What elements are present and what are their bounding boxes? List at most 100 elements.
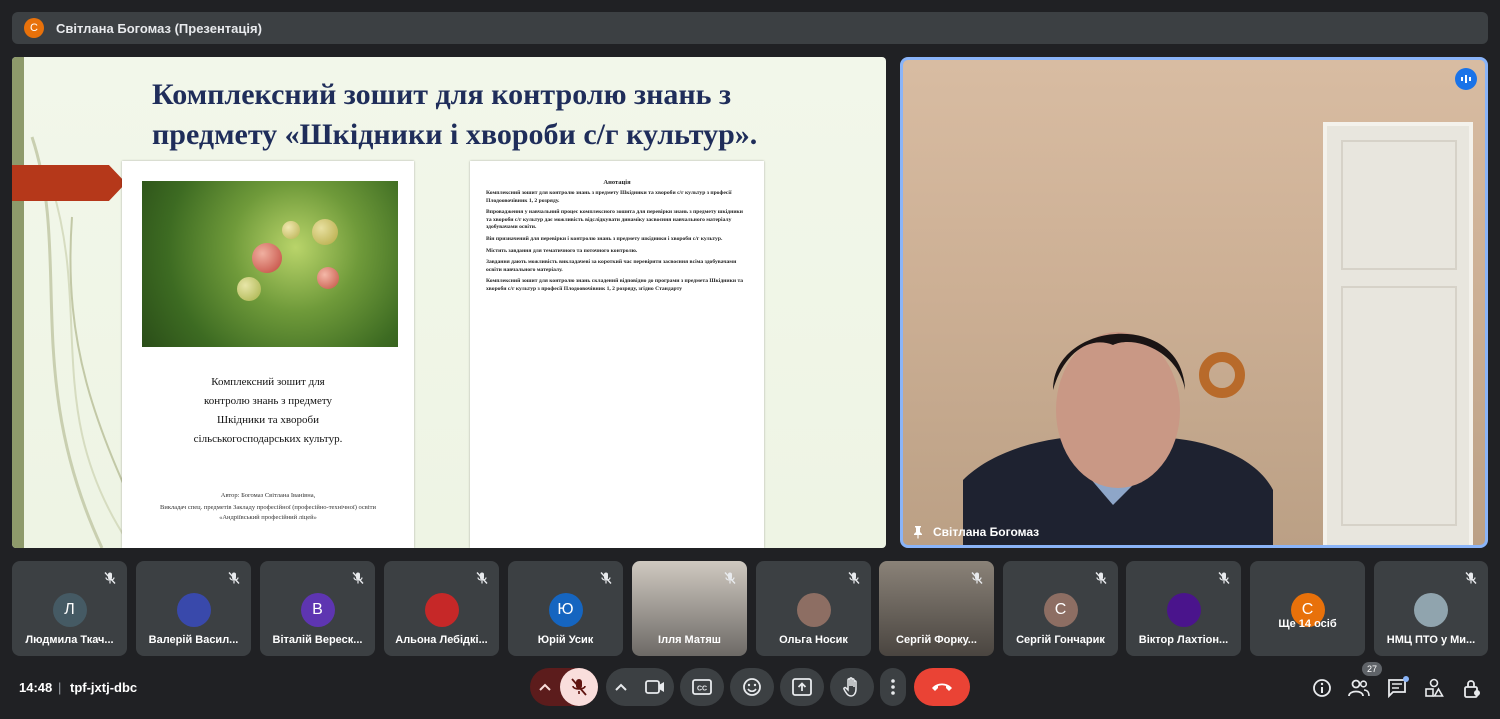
host-controls-button[interactable] <box>1460 676 1484 700</box>
participant-avatar: Ю <box>548 593 583 627</box>
participant-tile[interactable]: С Сергій Гончарик <box>1003 561 1118 656</box>
people-button[interactable] <box>1347 676 1371 700</box>
cover-title-line: сільськогосподарських культур. <box>193 433 343 445</box>
presenter-avatar: С <box>24 18 44 38</box>
present-button[interactable] <box>780 668 824 706</box>
participant-avatar <box>796 593 831 627</box>
cover-author: Автор: Богомаз Світлана Іванівна, Виклад… <box>122 491 414 523</box>
speaker-video-tile[interactable]: Світлана Богомаз <box>900 57 1488 548</box>
captions-button[interactable]: CC <box>680 668 724 706</box>
annotation-paragraph: Завдання дають можливість викладачеві за… <box>486 259 737 273</box>
annotation-title: Анотація <box>603 179 631 186</box>
annotation-paragraph: Він призначений для перевірки і контролю… <box>486 235 723 242</box>
slide-heading-line1: Комплексний зошит для контролю знань з <box>152 78 732 111</box>
speaker-name: Світлана Богомаз <box>933 525 1040 539</box>
people-icon <box>1348 679 1370 697</box>
slide-heading: Комплексний зошит для контролю знань з п… <box>152 75 872 155</box>
participant-tile[interactable]: Л Людмила Ткач... <box>12 561 127 656</box>
participant-avatar: Л <box>52 593 87 627</box>
participant-name: Альона Лебідкі... <box>395 634 488 646</box>
participant-tile[interactable]: Віктор Лахтіон... <box>1126 561 1241 656</box>
end-call-icon <box>932 683 952 691</box>
mic-off-icon <box>723 571 737 585</box>
activities-button[interactable] <box>1422 676 1446 700</box>
closed-captions-icon: CC <box>692 679 712 695</box>
participant-count-badge: 27 <box>1362 662 1382 676</box>
participant-avatar <box>1414 593 1448 627</box>
video-options-button[interactable] <box>606 668 636 706</box>
participant-name: Юрій Усик <box>537 634 594 646</box>
participant-name: Віктор Лахтіон... <box>1138 634 1229 646</box>
reactions-button[interactable] <box>730 668 774 706</box>
hand-icon <box>843 677 857 697</box>
annotation-page: Анотація Комплексний зошит для контролю … <box>470 161 764 548</box>
mic-off-icon <box>599 571 613 585</box>
speaker-nametag: Світлана Богомаз <box>911 525 1039 539</box>
participant-tile[interactable]: Ілля Матяш <box>632 561 747 656</box>
participant-tile[interactable]: Ольга Носик <box>756 561 871 656</box>
emoji-icon <box>743 678 761 696</box>
mic-off-icon <box>1464 571 1478 585</box>
mic-toggle-button[interactable] <box>560 668 598 706</box>
participant-name: Валерій Васил... <box>148 634 239 646</box>
slide-arrow-decoration <box>12 165 126 201</box>
more-options-button[interactable] <box>880 668 906 706</box>
mic-off-icon <box>227 571 241 585</box>
shapes-icon <box>1425 678 1444 697</box>
clock: 14:48 <box>19 680 53 695</box>
cover-title-line: Шкідники та хвороби <box>216 414 320 426</box>
cover-author-line: Автор: Богомаз Світлана Іванівна, <box>220 492 316 499</box>
chevron-up-icon <box>539 683 551 691</box>
annotation-paragraph: Містить завдання для тематичного та пото… <box>486 247 638 254</box>
annotation-paragraph: Впровадження у навчальний процес комплек… <box>486 209 743 231</box>
present-screen-icon <box>792 678 812 696</box>
leave-call-button[interactable] <box>914 668 970 706</box>
presenter-bar: С Світлана Богомаз (Презентація) <box>12 12 1488 44</box>
mic-off-icon <box>1094 571 1108 585</box>
participant-tile[interactable]: В Віталій Вереск... <box>260 561 375 656</box>
participant-tile[interactable]: Ю Юрій Усик <box>508 561 623 656</box>
participant-name: Сергій Форку... <box>896 634 977 646</box>
mic-off-icon <box>475 571 489 585</box>
mic-off-icon <box>1217 571 1231 585</box>
separator: | <box>58 680 62 695</box>
participant-tile[interactable]: НМЦ ПТО у Ми... <box>1374 561 1488 656</box>
chevron-up-icon <box>615 683 627 691</box>
participant-tile[interactable]: Альона Лебідкі... <box>384 561 499 656</box>
lock-person-icon <box>1464 680 1480 698</box>
presentation-slide: Комплексний зошит для контролю знань з п… <box>12 57 886 548</box>
apple-tree-photo <box>142 181 398 347</box>
participant-tile[interactable]: Валерій Васил... <box>136 561 251 656</box>
slide-heading-line2: предмету «Шкідники і хвороби с/г культур… <box>152 118 758 151</box>
participant-name: Сергій Гончарик <box>1016 634 1105 646</box>
chat-button[interactable] <box>1385 676 1409 700</box>
chat-notification-dot <box>1403 676 1409 682</box>
more-vert-icon <box>891 679 895 695</box>
participant-avatar <box>1166 593 1201 627</box>
cover-title: Комплексний зошит для контролю знань з п… <box>122 373 414 449</box>
pin-icon[interactable] <box>911 525 925 539</box>
participant-avatar <box>176 593 211 627</box>
mic-off-icon <box>847 571 861 585</box>
participant-avatar: С <box>1043 593 1078 627</box>
participant-name: Ольга Носик <box>779 634 848 646</box>
meeting-code: tpf-jxtj-dbc <box>70 680 138 695</box>
book-cover-page: Комплексний зошит для контролю знань з п… <box>122 161 414 548</box>
camera-icon <box>645 680 664 694</box>
participant-tile[interactable]: Сергій Форку... <box>879 561 994 656</box>
meeting-details-button[interactable] <box>1310 676 1334 700</box>
participant-name: Ілля Матяш <box>658 634 721 646</box>
info-icon <box>1313 679 1331 697</box>
participant-tile[interactable]: С Ще 14 осіб <box>1250 561 1365 656</box>
participant-name: Ще 14 осіб <box>1278 618 1337 630</box>
camera-toggle-button[interactable] <box>636 668 674 706</box>
speaking-indicator-icon <box>1455 68 1477 90</box>
background-door <box>1323 122 1473 545</box>
mic-off-icon <box>103 571 117 585</box>
audio-options-button[interactable] <box>530 668 560 706</box>
speaker-person <box>963 332 1273 545</box>
participant-name: Віталій Вереск... <box>272 634 363 646</box>
participant-avatar <box>424 593 459 627</box>
raise-hand-button[interactable] <box>830 668 874 706</box>
mic-off-icon <box>571 678 587 696</box>
